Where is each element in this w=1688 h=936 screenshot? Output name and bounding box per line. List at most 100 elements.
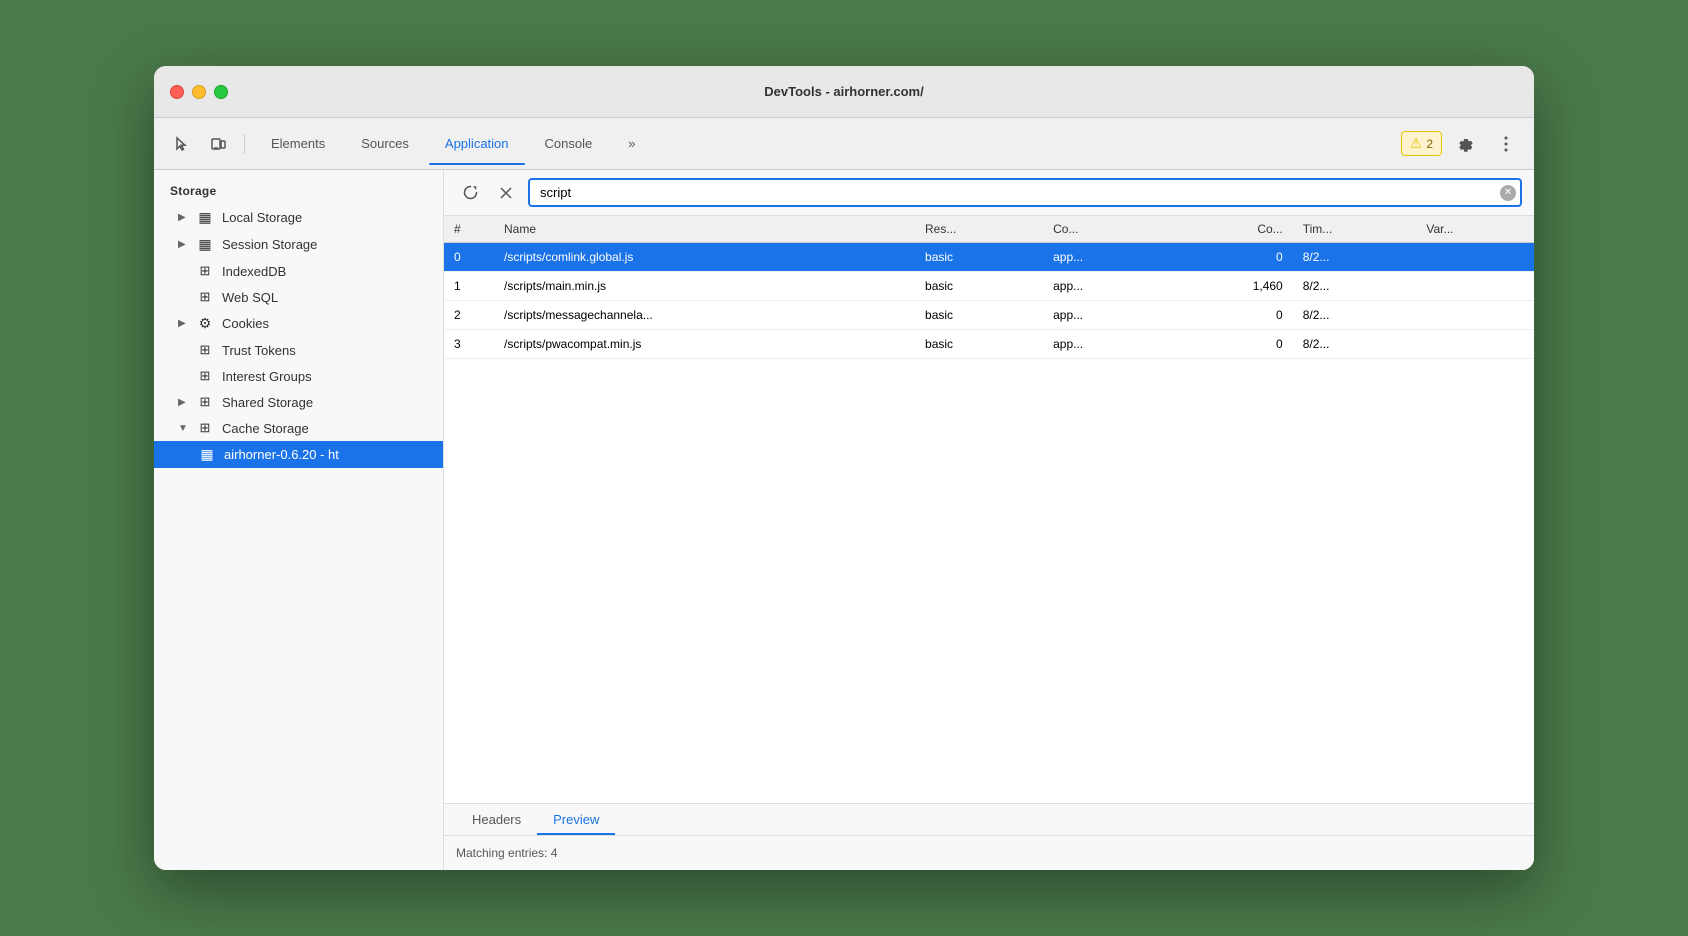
cache-child-icon: ▦ bbox=[198, 446, 216, 463]
sidebar-item-trust-tokens[interactable]: ▶ ⊞ Trust Tokens bbox=[154, 337, 443, 363]
more-options-button[interactable] bbox=[1490, 128, 1522, 160]
cell-response-type: basic bbox=[915, 272, 1043, 301]
sidebar-item-label: Local Storage bbox=[222, 210, 427, 225]
tab-more[interactable]: » bbox=[612, 130, 651, 157]
tab-headers[interactable]: Headers bbox=[456, 804, 537, 835]
sidebar-item-label: Cookies bbox=[222, 316, 427, 331]
arrow-icon: ▶ bbox=[178, 318, 188, 329]
indexeddb-icon: ⊞ bbox=[196, 263, 214, 279]
cell-time: 8/2... bbox=[1293, 301, 1417, 330]
minimize-button[interactable] bbox=[192, 85, 206, 99]
arrow-icon: ▶ bbox=[178, 239, 188, 250]
matching-entries-label: Matching entries: 4 bbox=[456, 846, 557, 860]
arrow-icon: ▶ bbox=[178, 397, 188, 408]
cell-content-length: 0 bbox=[1168, 301, 1293, 330]
tab-application[interactable]: Application bbox=[429, 130, 525, 157]
local-storage-icon: ▦ bbox=[196, 209, 214, 226]
bottom-tab-bar: Headers Preview bbox=[444, 804, 1534, 836]
settings-button[interactable] bbox=[1450, 128, 1482, 160]
cell-num: 2 bbox=[444, 301, 494, 330]
tab-preview[interactable]: Preview bbox=[537, 804, 615, 835]
col-vary: Var... bbox=[1416, 216, 1534, 243]
bottom-status: Matching entries: 4 bbox=[444, 836, 1534, 870]
cell-name: /scripts/messagechannela... bbox=[494, 301, 915, 330]
sidebar-item-cookies[interactable]: ▶ ⚙ Cookies bbox=[154, 310, 443, 337]
cache-table: # Name Res... Co... Co... Tim... Var... … bbox=[444, 216, 1534, 359]
sidebar-item-label: Trust Tokens bbox=[222, 343, 427, 358]
warning-count: 2 bbox=[1426, 137, 1433, 151]
sidebar-item-cache-storage[interactable]: ▼ ⊞ Cache Storage bbox=[154, 415, 443, 441]
sidebar-item-local-storage[interactable]: ▶ ▦ Local Storage bbox=[154, 204, 443, 231]
sidebar-item-indexeddb[interactable]: ▶ ⊞ IndexedDB bbox=[154, 258, 443, 284]
filter-bar: ✕ bbox=[444, 170, 1534, 216]
table-row[interactable]: 1 /scripts/main.min.js basic app... 1,46… bbox=[444, 272, 1534, 301]
maximize-button[interactable] bbox=[214, 85, 228, 99]
sidebar: Storage ▶ ▦ Local Storage ▶ ▦ Session St… bbox=[154, 170, 444, 870]
sidebar-item-label: airhorner-0.6.20 - ht bbox=[224, 447, 427, 462]
interest-groups-icon: ⊞ bbox=[196, 368, 214, 384]
cell-vary bbox=[1416, 301, 1534, 330]
cell-vary bbox=[1416, 330, 1534, 359]
content-area: ✕ # Name Res... Co... Co... Tim... Var bbox=[444, 170, 1534, 870]
session-storage-icon: ▦ bbox=[196, 236, 214, 253]
cell-num: 1 bbox=[444, 272, 494, 301]
cursor-tool-button[interactable] bbox=[166, 128, 198, 160]
warning-badge[interactable]: ⚠ 2 bbox=[1401, 131, 1442, 156]
cell-response-type: basic bbox=[915, 243, 1043, 272]
cell-name: /scripts/main.min.js bbox=[494, 272, 915, 301]
table-area: # Name Res... Co... Co... Tim... Var... … bbox=[444, 216, 1534, 803]
table-row[interactable]: 0 /scripts/comlink.global.js basic app..… bbox=[444, 243, 1534, 272]
col-content-length: Co... bbox=[1168, 216, 1293, 243]
sidebar-item-session-storage[interactable]: ▶ ▦ Session Storage bbox=[154, 231, 443, 258]
sidebar-item-cache-child[interactable]: ▦ airhorner-0.6.20 - ht bbox=[154, 441, 443, 468]
tab-elements[interactable]: Elements bbox=[255, 130, 341, 157]
cell-time: 8/2... bbox=[1293, 243, 1417, 272]
tab-sources[interactable]: Sources bbox=[345, 130, 425, 157]
shared-storage-icon: ⊞ bbox=[196, 394, 214, 410]
window-title: DevTools - airhorner.com/ bbox=[764, 84, 923, 99]
col-content-type: Co... bbox=[1043, 216, 1168, 243]
sidebar-item-label: Shared Storage bbox=[222, 395, 427, 410]
cell-content-type: app... bbox=[1043, 301, 1168, 330]
arrow-icon: ▶ bbox=[178, 212, 188, 223]
devtools-window: DevTools - airhorner.com/ Elements Sourc… bbox=[154, 66, 1534, 870]
cell-content-type: app... bbox=[1043, 330, 1168, 359]
cell-num: 0 bbox=[444, 243, 494, 272]
title-bar: DevTools - airhorner.com/ bbox=[154, 66, 1534, 118]
warning-icon: ⚠ bbox=[1410, 135, 1423, 152]
toolbar: Elements Sources Application Console » ⚠… bbox=[154, 118, 1534, 170]
sidebar-item-label: IndexedDB bbox=[222, 264, 427, 279]
traffic-lights bbox=[170, 85, 228, 99]
refresh-button[interactable] bbox=[456, 179, 484, 207]
web-sql-icon: ⊞ bbox=[196, 289, 214, 305]
clear-button[interactable] bbox=[492, 179, 520, 207]
search-input[interactable] bbox=[528, 178, 1522, 207]
device-toolbar-button[interactable] bbox=[202, 128, 234, 160]
cell-name: /scripts/comlink.global.js bbox=[494, 243, 915, 272]
storage-section-header: Storage bbox=[154, 178, 443, 204]
sidebar-item-label: Cache Storage bbox=[222, 421, 427, 436]
cell-content-length: 0 bbox=[1168, 243, 1293, 272]
sidebar-item-shared-storage[interactable]: ▶ ⊞ Shared Storage bbox=[154, 389, 443, 415]
sidebar-item-interest-groups[interactable]: ▶ ⊞ Interest Groups bbox=[154, 363, 443, 389]
toolbar-separator-1 bbox=[244, 134, 245, 154]
cell-time: 8/2... bbox=[1293, 330, 1417, 359]
cell-time: 8/2... bbox=[1293, 272, 1417, 301]
table-row[interactable]: 2 /scripts/messagechannela... basic app.… bbox=[444, 301, 1534, 330]
search-clear-button[interactable]: ✕ bbox=[1500, 185, 1516, 201]
cell-content-length: 0 bbox=[1168, 330, 1293, 359]
cell-content-type: app... bbox=[1043, 272, 1168, 301]
arrow-icon: ▼ bbox=[178, 423, 188, 434]
table-header-row: # Name Res... Co... Co... Tim... Var... bbox=[444, 216, 1534, 243]
cell-name: /scripts/pwacompat.min.js bbox=[494, 330, 915, 359]
cell-content-length: 1,460 bbox=[1168, 272, 1293, 301]
col-response-type: Res... bbox=[915, 216, 1043, 243]
sidebar-item-label: Session Storage bbox=[222, 237, 427, 252]
table-row[interactable]: 3 /scripts/pwacompat.min.js basic app...… bbox=[444, 330, 1534, 359]
cell-num: 3 bbox=[444, 330, 494, 359]
cookies-icon: ⚙ bbox=[196, 315, 214, 332]
close-button[interactable] bbox=[170, 85, 184, 99]
cell-content-type: app... bbox=[1043, 243, 1168, 272]
sidebar-item-web-sql[interactable]: ▶ ⊞ Web SQL bbox=[154, 284, 443, 310]
tab-console[interactable]: Console bbox=[529, 130, 609, 157]
